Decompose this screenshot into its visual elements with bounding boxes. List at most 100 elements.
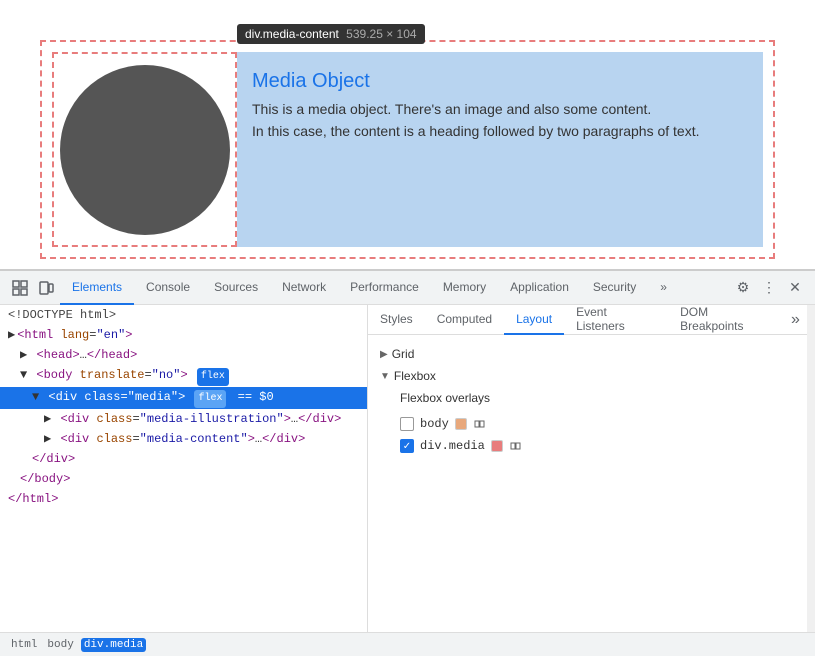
tag-gt: > — [284, 412, 291, 426]
flexbox-section-title: Flexbox — [394, 369, 436, 383]
html-line-content[interactable]: ▶ <div class="media-content">…</div> — [0, 429, 367, 449]
flexbox-overlays-section: Flexbox overlays body — [376, 387, 799, 465]
attr-class-ill-val: "media-illustration" — [140, 412, 284, 426]
media-text-1: This is a media object. There's an image… — [252, 101, 748, 117]
body-color-swatch[interactable] — [455, 418, 467, 430]
tag-div-ill: <div — [60, 412, 89, 426]
flexbox-overlays-title: Flexbox overlays — [384, 391, 791, 405]
div-media-overlay-icon-btn[interactable] — [509, 438, 525, 454]
arrow-icon: ▶ — [44, 412, 51, 426]
tab-performance[interactable]: Performance — [338, 271, 431, 305]
tab-application[interactable]: Application — [498, 271, 581, 305]
flex-badge-body: flex — [197, 368, 229, 386]
flexbox-arrow-icon: ▼ — [380, 371, 390, 382]
tooltip-size: 539.25 × 104 — [346, 27, 416, 41]
attr-class-cnt: class — [96, 432, 132, 446]
tab-security[interactable]: Security — [581, 271, 648, 305]
breadcrumb-html[interactable]: html — [8, 638, 40, 652]
more-options-button[interactable]: ⋮ — [757, 276, 781, 300]
tab-event-listeners[interactable]: Event Listeners — [564, 305, 668, 335]
tag-head: <head> — [36, 348, 79, 362]
arrow-icon: ▶ — [8, 328, 15, 342]
devtools-scrollbar[interactable] — [807, 305, 815, 632]
tab-styles[interactable]: Styles — [368, 305, 425, 335]
tab-dom-breakpoints[interactable]: DOM Breakpoints — [668, 305, 784, 335]
flexbox-section-header[interactable]: ▼ Flexbox — [376, 365, 799, 387]
overlay-row-div-media: div.media — [384, 435, 791, 457]
attr-class-ill: class — [96, 412, 132, 426]
tab-layout[interactable]: Layout — [504, 305, 564, 335]
tab-more[interactable]: » — [648, 271, 679, 305]
close-devtools-button[interactable]: ✕ — [783, 276, 807, 300]
tag-gt2: > — [248, 432, 255, 446]
tag-div: <div — [48, 390, 77, 404]
devtools-tabs: Elements Console Sources Network Perform… — [60, 271, 679, 305]
arrow-icon: ▶ — [20, 348, 27, 362]
body-overlay-icon-btn[interactable] — [473, 416, 489, 432]
layout-content: ▶ Grid ▼ Flexbox Flexbox overlays body — [368, 335, 807, 473]
attr-class-value: "media" — [128, 390, 178, 404]
tag-html-close2: </html> — [8, 492, 58, 506]
media-illustration — [52, 52, 237, 247]
breadcrumb-bar: html body div.media — [0, 632, 815, 656]
tag-close-ill: </div> — [298, 412, 341, 426]
breadcrumb-div-media[interactable]: div.media — [81, 638, 146, 652]
media-heading: Media Object — [252, 70, 748, 93]
settings-button[interactable]: ⚙ — [731, 276, 755, 300]
grid-section-title: Grid — [392, 347, 415, 361]
tag-div-cnt: <div — [60, 432, 89, 446]
div-media-overlay-checkbox[interactable] — [400, 439, 414, 453]
flex-badge-media: flex — [194, 390, 226, 408]
tag-div-close: </div> — [32, 452, 75, 466]
html-line-div-media[interactable]: ▼ <div class="media"> flex == $0 — [0, 387, 367, 409]
circle-image — [60, 65, 230, 235]
secondary-more-button[interactable]: » — [784, 305, 807, 335]
tab-elements[interactable]: Elements — [60, 271, 134, 305]
div-media-color-swatch[interactable] — [491, 440, 503, 452]
arrow-icon: ▼ — [20, 368, 27, 382]
media-content: div.media-content 539.25 × 104 Media Obj… — [237, 52, 763, 247]
attr-translate-value: "no" — [152, 368, 181, 382]
devtools-toolbar: Elements Console Sources Network Perform… — [0, 271, 815, 305]
devtools-body: <!DOCTYPE html> ▶<html lang="en"> ▶ <hea… — [0, 305, 815, 632]
tag-html-close: > — [125, 328, 132, 342]
body-overlay-checkbox[interactable] — [400, 417, 414, 431]
tab-network[interactable]: Network — [270, 271, 338, 305]
tab-computed[interactable]: Computed — [425, 305, 504, 335]
styles-panel: Styles Computed Layout Event Listeners D… — [368, 305, 807, 632]
toolbar-right: ⚙ ⋮ ✕ — [731, 276, 807, 300]
tag-html: <html — [17, 328, 53, 342]
attr-lang-value: "en" — [96, 328, 125, 342]
tag-body-close: </body> — [20, 472, 70, 486]
tag-head-close: </head> — [87, 348, 137, 362]
tag-close-cnt: </div> — [262, 432, 305, 446]
head-ellipsis: … — [80, 348, 87, 362]
html-line-doctype: <!DOCTYPE html> — [0, 305, 367, 325]
grid-arrow-icon: ▶ — [380, 349, 388, 360]
breadcrumb-body[interactable]: body — [44, 638, 76, 652]
element-tooltip: div.media-content 539.25 × 104 — [237, 24, 425, 44]
tab-sources[interactable]: Sources — [202, 271, 270, 305]
body-overlay-label: body — [420, 417, 449, 431]
attr-lang: lang — [60, 328, 89, 342]
grid-section-header[interactable]: ▶ Grid — [376, 343, 799, 365]
tab-memory[interactable]: Memory — [431, 271, 498, 305]
html-line-html-close: </html> — [0, 489, 367, 509]
media-text-2: In this case, the content is a heading f… — [252, 123, 748, 139]
html-line-illustration[interactable]: ▶ <div class="media-illustration">…</div… — [0, 409, 367, 429]
arrow-icon: ▶ — [44, 432, 51, 446]
device-toolbar-button[interactable] — [34, 276, 58, 300]
tag-div-gt: > — [178, 390, 185, 404]
tab-console[interactable]: Console — [134, 271, 202, 305]
html-line-body[interactable]: ▼ <body translate="no"> flex — [0, 365, 367, 387]
inspect-element-button[interactable] — [8, 276, 32, 300]
attr-class-cnt-val: "media-content" — [140, 432, 248, 446]
devtools-panel: Elements Console Sources Network Perform… — [0, 270, 815, 656]
overlay-row-body: body — [384, 413, 791, 435]
equals-sign: == $0 — [230, 390, 273, 404]
attr-translate: translate — [80, 368, 145, 382]
media-object-container: div.media-content 539.25 × 104 Media Obj… — [40, 40, 775, 259]
html-line-head[interactable]: ▶ <head>…</head> — [0, 345, 367, 365]
preview-area: div.media-content 539.25 × 104 Media Obj… — [0, 0, 815, 270]
html-line-html[interactable]: ▶<html lang="en"> — [0, 325, 367, 345]
